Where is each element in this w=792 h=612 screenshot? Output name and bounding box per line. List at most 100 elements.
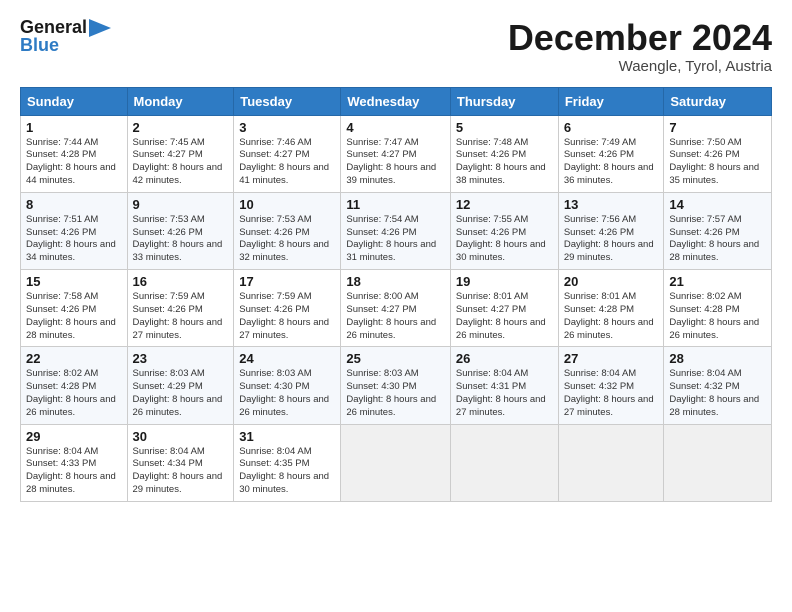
day-info: Sunrise: 7:58 AM Sunset: 4:26 PM Dayligh… — [26, 291, 122, 342]
day-info: Sunrise: 7:54 AM Sunset: 4:26 PM Dayligh… — [346, 214, 445, 265]
day-info: Sunrise: 7:55 AM Sunset: 4:26 PM Dayligh… — [456, 214, 553, 265]
calendar-cell — [341, 424, 451, 501]
title-block: December 2024 Waengle, Tyrol, Austria — [508, 18, 772, 75]
calendar-cell: 23 Sunrise: 8:03 AM Sunset: 4:29 PM Dayl… — [127, 347, 234, 424]
day-info: Sunrise: 7:45 AM Sunset: 4:27 PM Dayligh… — [133, 137, 229, 188]
calendar-cell: 20 Sunrise: 8:01 AM Sunset: 4:28 PM Dayl… — [558, 270, 664, 347]
calendar-cell: 22 Sunrise: 8:02 AM Sunset: 4:28 PM Dayl… — [21, 347, 128, 424]
day-number: 27 — [564, 351, 659, 366]
day-info: Sunrise: 8:01 AM Sunset: 4:28 PM Dayligh… — [564, 291, 659, 342]
day-number: 20 — [564, 274, 659, 289]
day-info: Sunrise: 8:02 AM Sunset: 4:28 PM Dayligh… — [669, 291, 766, 342]
calendar-cell: 8 Sunrise: 7:51 AM Sunset: 4:26 PM Dayli… — [21, 192, 128, 269]
day-info: Sunrise: 7:46 AM Sunset: 4:27 PM Dayligh… — [239, 137, 335, 188]
day-info: Sunrise: 8:03 AM Sunset: 4:29 PM Dayligh… — [133, 368, 229, 419]
calendar-cell: 29 Sunrise: 8:04 AM Sunset: 4:33 PM Dayl… — [21, 424, 128, 501]
day-number: 23 — [133, 351, 229, 366]
calendar-cell: 4 Sunrise: 7:47 AM Sunset: 4:27 PM Dayli… — [341, 115, 451, 192]
day-info: Sunrise: 8:00 AM Sunset: 4:27 PM Dayligh… — [346, 291, 445, 342]
header-thursday: Thursday — [450, 87, 558, 115]
day-info: Sunrise: 7:56 AM Sunset: 4:26 PM Dayligh… — [564, 214, 659, 265]
logo: General Blue — [20, 18, 111, 56]
day-number: 11 — [346, 197, 445, 212]
logo: General Blue — [20, 18, 111, 56]
day-number: 16 — [133, 274, 229, 289]
day-number: 24 — [239, 351, 335, 366]
calendar-row: 1 Sunrise: 7:44 AM Sunset: 4:28 PM Dayli… — [21, 115, 772, 192]
calendar-cell: 19 Sunrise: 8:01 AM Sunset: 4:27 PM Dayl… — [450, 270, 558, 347]
day-info: Sunrise: 8:01 AM Sunset: 4:27 PM Dayligh… — [456, 291, 553, 342]
page: General Blue December 2024 Waengle, Tyro… — [0, 0, 792, 612]
day-number: 18 — [346, 274, 445, 289]
calendar-cell: 2 Sunrise: 7:45 AM Sunset: 4:27 PM Dayli… — [127, 115, 234, 192]
day-number: 8 — [26, 197, 122, 212]
calendar-row: 29 Sunrise: 8:04 AM Sunset: 4:33 PM Dayl… — [21, 424, 772, 501]
header-sunday: Sunday — [21, 87, 128, 115]
calendar-cell: 21 Sunrise: 8:02 AM Sunset: 4:28 PM Dayl… — [664, 270, 772, 347]
subtitle: Waengle, Tyrol, Austria — [508, 58, 772, 75]
day-number: 22 — [26, 351, 122, 366]
weekday-header-row: Sunday Monday Tuesday Wednesday Thursday… — [21, 87, 772, 115]
day-number: 29 — [26, 429, 122, 444]
calendar-cell: 7 Sunrise: 7:50 AM Sunset: 4:26 PM Dayli… — [664, 115, 772, 192]
calendar-cell: 10 Sunrise: 7:53 AM Sunset: 4:26 PM Dayl… — [234, 192, 341, 269]
day-number: 25 — [346, 351, 445, 366]
header-tuesday: Tuesday — [234, 87, 341, 115]
day-info: Sunrise: 7:59 AM Sunset: 4:26 PM Dayligh… — [239, 291, 335, 342]
day-info: Sunrise: 7:49 AM Sunset: 4:26 PM Dayligh… — [564, 137, 659, 188]
calendar-cell: 15 Sunrise: 7:58 AM Sunset: 4:26 PM Dayl… — [21, 270, 128, 347]
calendar-row: 8 Sunrise: 7:51 AM Sunset: 4:26 PM Dayli… — [21, 192, 772, 269]
day-number: 19 — [456, 274, 553, 289]
month-title: December 2024 — [508, 18, 772, 58]
day-number: 28 — [669, 351, 766, 366]
day-info: Sunrise: 7:50 AM Sunset: 4:26 PM Dayligh… — [669, 137, 766, 188]
calendar-cell: 3 Sunrise: 7:46 AM Sunset: 4:27 PM Dayli… — [234, 115, 341, 192]
day-info: Sunrise: 7:47 AM Sunset: 4:27 PM Dayligh… — [346, 137, 445, 188]
day-number: 1 — [26, 120, 122, 135]
calendar-cell: 25 Sunrise: 8:03 AM Sunset: 4:30 PM Dayl… — [341, 347, 451, 424]
day-info: Sunrise: 8:04 AM Sunset: 4:35 PM Dayligh… — [239, 446, 335, 497]
day-info: Sunrise: 8:04 AM Sunset: 4:33 PM Dayligh… — [26, 446, 122, 497]
day-info: Sunrise: 8:03 AM Sunset: 4:30 PM Dayligh… — [239, 368, 335, 419]
day-number: 6 — [564, 120, 659, 135]
day-number: 7 — [669, 120, 766, 135]
calendar-cell: 30 Sunrise: 8:04 AM Sunset: 4:34 PM Dayl… — [127, 424, 234, 501]
calendar-cell: 12 Sunrise: 7:55 AM Sunset: 4:26 PM Dayl… — [450, 192, 558, 269]
day-info: Sunrise: 8:04 AM Sunset: 4:32 PM Dayligh… — [564, 368, 659, 419]
calendar-cell — [558, 424, 664, 501]
calendar-cell: 11 Sunrise: 7:54 AM Sunset: 4:26 PM Dayl… — [341, 192, 451, 269]
day-number: 4 — [346, 120, 445, 135]
calendar-cell: 31 Sunrise: 8:04 AM Sunset: 4:35 PM Dayl… — [234, 424, 341, 501]
calendar-cell — [664, 424, 772, 501]
calendar: Sunday Monday Tuesday Wednesday Thursday… — [20, 87, 772, 502]
day-info: Sunrise: 8:04 AM Sunset: 4:31 PM Dayligh… — [456, 368, 553, 419]
day-number: 15 — [26, 274, 122, 289]
calendar-row: 15 Sunrise: 7:58 AM Sunset: 4:26 PM Dayl… — [21, 270, 772, 347]
header: General Blue December 2024 Waengle, Tyro… — [20, 18, 772, 75]
calendar-cell: 27 Sunrise: 8:04 AM Sunset: 4:32 PM Dayl… — [558, 347, 664, 424]
day-info: Sunrise: 8:04 AM Sunset: 4:32 PM Dayligh… — [669, 368, 766, 419]
header-monday: Monday — [127, 87, 234, 115]
day-number: 12 — [456, 197, 553, 212]
calendar-cell: 16 Sunrise: 7:59 AM Sunset: 4:26 PM Dayl… — [127, 270, 234, 347]
calendar-cell: 28 Sunrise: 8:04 AM Sunset: 4:32 PM Dayl… — [664, 347, 772, 424]
calendar-cell — [450, 424, 558, 501]
day-number: 10 — [239, 197, 335, 212]
calendar-cell: 5 Sunrise: 7:48 AM Sunset: 4:26 PM Dayli… — [450, 115, 558, 192]
day-number: 26 — [456, 351, 553, 366]
calendar-cell: 1 Sunrise: 7:44 AM Sunset: 4:28 PM Dayli… — [21, 115, 128, 192]
day-number: 30 — [133, 429, 229, 444]
header-wednesday: Wednesday — [341, 87, 451, 115]
day-number: 21 — [669, 274, 766, 289]
day-number: 14 — [669, 197, 766, 212]
calendar-cell: 26 Sunrise: 8:04 AM Sunset: 4:31 PM Dayl… — [450, 347, 558, 424]
day-number: 2 — [133, 120, 229, 135]
calendar-cell: 6 Sunrise: 7:49 AM Sunset: 4:26 PM Dayli… — [558, 115, 664, 192]
calendar-cell: 9 Sunrise: 7:53 AM Sunset: 4:26 PM Dayli… — [127, 192, 234, 269]
day-number: 31 — [239, 429, 335, 444]
day-number: 5 — [456, 120, 553, 135]
day-info: Sunrise: 8:03 AM Sunset: 4:30 PM Dayligh… — [346, 368, 445, 419]
calendar-cell: 24 Sunrise: 8:03 AM Sunset: 4:30 PM Dayl… — [234, 347, 341, 424]
day-info: Sunrise: 8:04 AM Sunset: 4:34 PM Dayligh… — [133, 446, 229, 497]
calendar-row: 22 Sunrise: 8:02 AM Sunset: 4:28 PM Dayl… — [21, 347, 772, 424]
